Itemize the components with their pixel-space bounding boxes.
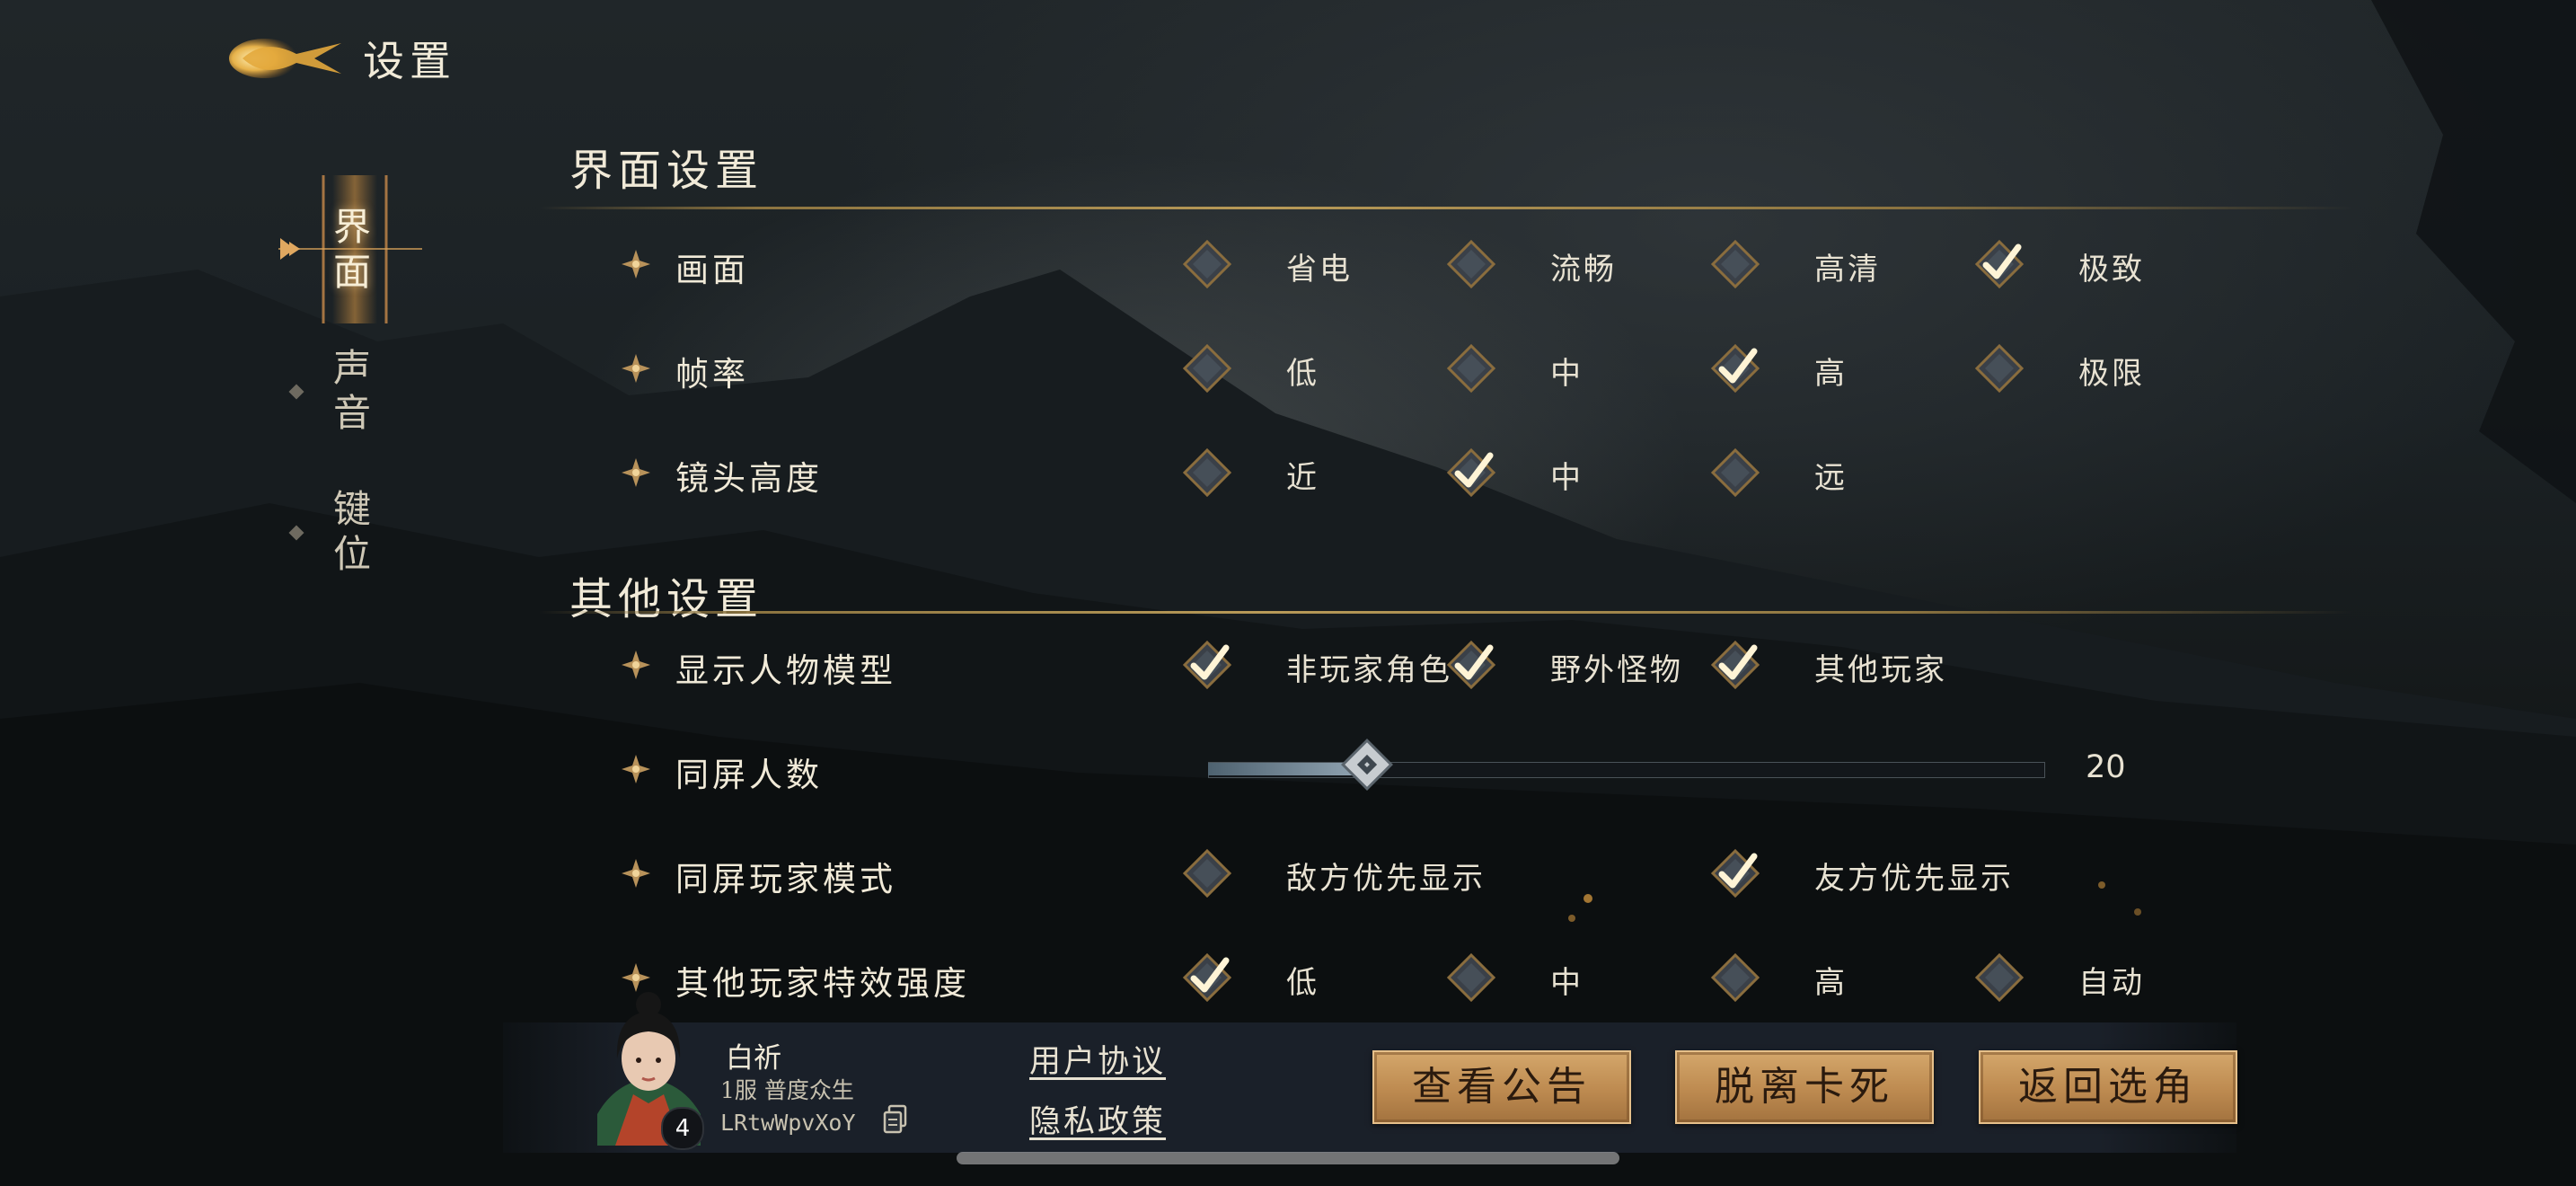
home-indicator[interactable] — [957, 1152, 1619, 1164]
checkbox-unchecked-icon[interactable] — [1975, 953, 2024, 1002]
option-camera-height-0[interactable]: 近 — [1286, 453, 1319, 497]
player-name: 白祈 — [726, 1042, 781, 1075]
nav-tab-interface[interactable]: 界面 — [325, 205, 379, 295]
user-agreement-link[interactable]: 用户协议 — [1029, 1036, 1166, 1082]
option-character-models-2[interactable]: 其他玩家 — [1814, 645, 1947, 689]
option-framerate-2[interactable]: 高 — [1814, 349, 1848, 393]
section-title-other: 其他设置 — [569, 574, 764, 624]
row-label-onscreen-count: 同屏人数 — [675, 756, 823, 794]
option-graphics-1[interactable]: 流畅 — [1550, 244, 1617, 288]
nav-tab-sound[interactable]: 声音 — [325, 346, 379, 436]
section-divider — [539, 611, 2353, 614]
row-bullet-icon — [622, 354, 650, 383]
back-to-character-select-button[interactable]: 返回选角 — [1979, 1050, 2237, 1124]
option-other-player-effects-2[interactable]: 高 — [1814, 958, 1848, 1002]
option-player-display-mode-0[interactable]: 敌方优先显示 — [1286, 854, 1486, 898]
copy-icon[interactable] — [882, 1104, 909, 1135]
option-character-models-1[interactable]: 野外怪物 — [1550, 645, 1683, 689]
checkbox-unchecked-icon[interactable] — [1183, 240, 1231, 288]
row-bullet-icon — [622, 651, 650, 679]
unstuck-button[interactable]: 脱离卡死 — [1675, 1050, 1934, 1124]
checkbox-checked-icon[interactable] — [1711, 641, 1760, 689]
checkbox-checked-icon[interactable] — [1711, 344, 1760, 393]
option-character-models-0[interactable]: 非玩家角色 — [1286, 645, 1452, 689]
checkbox-unchecked-icon[interactable] — [1711, 448, 1760, 497]
row-label-graphics: 画面 — [675, 251, 749, 289]
slider-thumb-knot-icon[interactable] — [1339, 737, 1395, 792]
view-notice-button[interactable]: 查看公告 — [1372, 1050, 1631, 1124]
row-bullet-icon — [622, 859, 650, 888]
onscreen-count-value: 20 — [2086, 749, 2126, 785]
option-graphics-0[interactable]: 省电 — [1286, 244, 1353, 288]
row-label-character-models: 显示人物模型 — [675, 651, 896, 690]
golden-fish-emblem-icon — [229, 39, 341, 78]
option-graphics-2[interactable]: 高清 — [1814, 244, 1881, 288]
checkbox-unchecked-icon[interactable] — [1183, 448, 1231, 497]
checkbox-unchecked-icon[interactable] — [1447, 344, 1495, 393]
privacy-policy-link[interactable]: 隐私政策 — [1029, 1096, 1166, 1142]
row-label-camera-height: 镜头高度 — [675, 459, 823, 498]
checkbox-unchecked-icon[interactable] — [1447, 240, 1495, 288]
row-bullet-icon — [622, 755, 650, 783]
page-title: 设置 — [363, 37, 456, 85]
section-title-interface: 界面设置 — [569, 146, 764, 196]
checkbox-checked-icon[interactable] — [1711, 849, 1760, 898]
checkbox-checked-icon[interactable] — [1183, 953, 1231, 1002]
row-label-framerate: 帧率 — [675, 355, 749, 394]
option-camera-height-2[interactable]: 远 — [1814, 453, 1848, 497]
row-bullet-icon — [622, 458, 650, 487]
option-camera-height-1[interactable]: 中 — [1550, 453, 1584, 497]
player-level-badge: 4 — [661, 1107, 704, 1150]
checkbox-checked-icon[interactable] — [1447, 641, 1495, 689]
option-other-player-effects-3[interactable]: 自动 — [2078, 958, 2145, 1002]
checkbox-unchecked-icon[interactable] — [1975, 344, 2024, 393]
section-divider — [539, 207, 2353, 209]
checkbox-unchecked-icon[interactable] — [1447, 953, 1495, 1002]
checkbox-unchecked-icon[interactable] — [1711, 953, 1760, 1002]
nav-tab-keybinding[interactable]: 键位 — [325, 487, 379, 577]
checkbox-unchecked-icon[interactable] — [1711, 240, 1760, 288]
option-framerate-3[interactable]: 极限 — [2078, 349, 2145, 393]
row-bullet-icon — [622, 250, 650, 279]
option-player-display-mode-1[interactable]: 友方优先显示 — [1814, 854, 2014, 898]
checkbox-checked-icon[interactable] — [1183, 641, 1231, 689]
option-framerate-1[interactable]: 中 — [1550, 349, 1584, 393]
player-server: 1服 普度众生 — [720, 1077, 854, 1103]
option-graphics-3[interactable]: 极致 — [2078, 244, 2145, 288]
option-other-player-effects-0[interactable]: 低 — [1286, 958, 1319, 1002]
row-label-player-display-mode: 同屏玩家模式 — [675, 860, 896, 898]
option-framerate-0[interactable]: 低 — [1286, 349, 1319, 393]
checkbox-checked-icon[interactable] — [1447, 448, 1495, 497]
checkbox-unchecked-icon[interactable] — [1183, 849, 1231, 898]
option-other-player-effects-1[interactable]: 中 — [1550, 958, 1584, 1002]
checkbox-unchecked-icon[interactable] — [1183, 344, 1231, 393]
row-label-other-player-effects: 其他玩家特效强度 — [675, 964, 970, 1003]
checkbox-checked-icon[interactable] — [1975, 240, 2024, 288]
player-uid: LRtwWpvXoY — [720, 1110, 856, 1136]
